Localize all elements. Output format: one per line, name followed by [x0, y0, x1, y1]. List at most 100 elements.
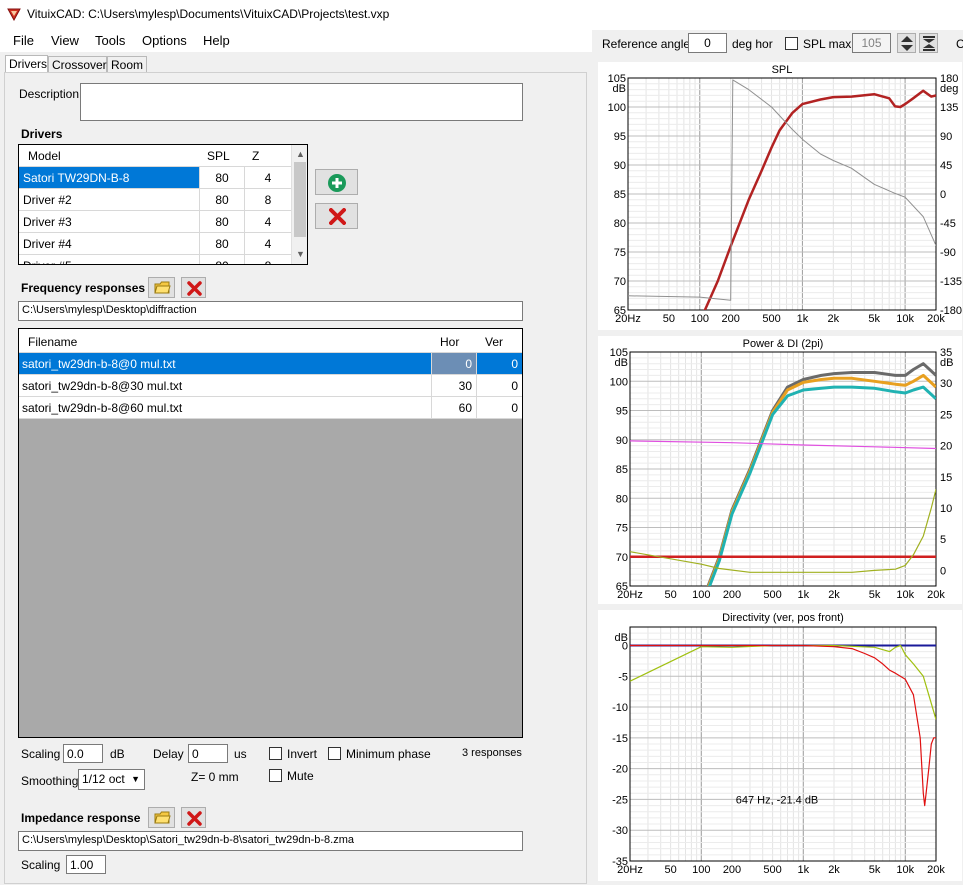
scaling-field[interactable]: 0.0	[63, 744, 103, 763]
directivity-chart[interactable]: Directivity (ver, pos front) 20Hz 50 100 200…	[598, 610, 962, 881]
up-down-icon	[900, 35, 914, 55]
driver-cell-spl: 80	[199, 167, 244, 188]
response-row[interactable]: satori_tw29dn-b-8@0 mul.txt 0 0	[19, 353, 522, 375]
spl-max-label[interactable]: SPL max	[803, 37, 851, 51]
driver-row[interactable]: Driver #5808	[19, 255, 291, 264]
toolbar-truncated-label: C	[956, 37, 963, 51]
series-line	[630, 489, 936, 573]
reference-angle-label: Reference angle	[602, 37, 691, 51]
scroll-down-icon[interactable]: ▼	[296, 249, 305, 259]
x-tick-label: 5k	[869, 589, 881, 601]
x-tick-label: 100	[692, 589, 710, 601]
tab-crossover[interactable]: Crossover	[48, 56, 107, 73]
invert-label[interactable]: Invert	[287, 747, 317, 761]
open-freq-button[interactable]	[148, 277, 175, 298]
driver-row[interactable]: Satori TW29DN-B-8 80 4	[19, 167, 291, 189]
response-row[interactable]: satori_tw29dn-b-8@30 mul.txt 30 0	[19, 375, 522, 397]
y-tick-label: 85	[614, 189, 626, 201]
reference-angle-field[interactable]: 0	[688, 33, 727, 53]
y-axis-label: dB	[615, 357, 628, 369]
menu-tools[interactable]: Tools	[95, 33, 125, 48]
scroll-thumb[interactable]	[294, 162, 306, 237]
freq-table[interactable]: Filename Hor Ver satori_tw29dn-b-8@0 mul…	[18, 328, 523, 738]
response-cell-ver: 0	[476, 375, 522, 396]
x-tick-label: 500	[763, 589, 781, 601]
drivers-heading: Drivers	[21, 127, 63, 141]
driver-row[interactable]: Driver #3 80 4	[19, 211, 291, 233]
y2-tick-label: 135	[940, 102, 958, 114]
deg-hor-label: deg hor	[732, 37, 773, 51]
driver-row[interactable]: Driver #2 80 8	[19, 189, 291, 211]
driver-cell-model: Driver #5	[19, 255, 199, 264]
open-impedance-button[interactable]	[148, 807, 175, 828]
drivers-scrollbar[interactable]: ▲ ▼	[291, 145, 307, 264]
driver-cell-spl: 80	[199, 189, 244, 210]
spl-max-checkbox[interactable]	[785, 37, 798, 50]
y2-tick-label: 5	[940, 534, 946, 546]
mute-label[interactable]: Mute	[287, 769, 314, 783]
response-cell-hor: 0	[431, 353, 476, 374]
smoothing-select[interactable]: 1/12 oct ▼	[78, 769, 145, 790]
impedance-file-field[interactable]: C:\Users\mylesp\Desktop\Satori_tw29dn-b-…	[18, 831, 523, 851]
y-axis-label: dB	[613, 83, 626, 95]
series-line	[630, 440, 936, 450]
minimum-phase-checkbox[interactable]	[328, 747, 341, 760]
drivers-table[interactable]: Model SPL Z Satori TW29DN-B-8 80 4 Driver #…	[18, 144, 308, 265]
minimum-phase-label[interactable]: Minimum phase	[346, 747, 431, 761]
y-tick-label: 65	[616, 581, 628, 593]
menu-view[interactable]: View	[51, 33, 79, 48]
col-spl[interactable]: SPL	[207, 145, 230, 163]
tab-room[interactable]: Room	[107, 56, 147, 73]
spl-max-reset-button[interactable]	[919, 33, 938, 53]
x-tick-label: 100	[692, 864, 710, 876]
x-tick-label: 2k	[828, 313, 840, 325]
add-driver-button[interactable]	[315, 169, 358, 195]
x-tick-label: 1k	[797, 589, 809, 601]
scroll-up-icon[interactable]: ▲	[296, 149, 305, 159]
freq-folder-field[interactable]: C:\Users\mylesp\Desktop\diffraction	[18, 301, 523, 321]
x-tick-label: 500	[762, 313, 780, 325]
response-row[interactable]: satori_tw29dn-b-8@60 mul.txt 60 0	[19, 397, 522, 419]
remove-freq-button[interactable]	[181, 277, 206, 298]
x-tick-label: 50	[664, 864, 676, 876]
menu-file[interactable]: File	[13, 33, 34, 48]
impedance-scaling-field[interactable]: 1.00	[66, 855, 106, 874]
freq-heading: Frequency responses	[21, 281, 146, 295]
mute-checkbox[interactable]	[269, 769, 282, 782]
menu-help[interactable]: Help	[203, 33, 230, 48]
driver-row[interactable]: Driver #4 80 4	[19, 233, 291, 255]
x-tick-label: 500	[763, 864, 781, 876]
tab-drivers[interactable]: Drivers	[5, 55, 48, 73]
remove-driver-button[interactable]	[315, 203, 358, 229]
spl-max-stepper[interactable]	[897, 33, 916, 53]
y-tick-label: -5	[618, 671, 628, 683]
driver-cell-z: 4	[244, 233, 291, 254]
driver-cell-model: Satori TW29DN-B-8	[19, 167, 199, 188]
x-tick-label: 2k	[828, 589, 840, 601]
spl-chart[interactable]: SPL 20Hz 50 100 200 500 1k 2k 5k 10k 20k 105 100 95 90…	[598, 62, 962, 330]
freq-table-header: Filename Hor Ver	[19, 329, 522, 353]
chart-title: Power & DI (2pi)	[743, 338, 824, 350]
description-field[interactable]	[80, 83, 523, 121]
impedance-heading: Impedance response	[21, 811, 141, 825]
col-model[interactable]: Model	[28, 145, 61, 163]
y2-tick-label: 30	[940, 378, 952, 390]
col-filename[interactable]: Filename	[28, 331, 77, 349]
response-cell-hor: 60	[431, 397, 476, 418]
y-tick-label: 95	[616, 406, 628, 418]
spl-max-field[interactable]: 105	[852, 33, 891, 53]
remove-impedance-button[interactable]	[181, 807, 206, 828]
col-ver[interactable]: Ver	[485, 331, 503, 349]
invert-checkbox[interactable]	[269, 747, 282, 760]
menu-options[interactable]: Options	[142, 33, 187, 48]
col-z[interactable]: Z	[252, 145, 259, 163]
y2-tick-label: 0	[940, 565, 946, 577]
x-tick-label: 200	[723, 864, 741, 876]
title-bar: VituixCAD: C:\Users\mylesp\Documents\Vit…	[0, 0, 963, 30]
response-cell-file: satori_tw29dn-b-8@30 mul.txt	[22, 379, 183, 393]
col-hor[interactable]: Hor	[440, 331, 459, 349]
delay-field[interactable]: 0	[188, 744, 228, 763]
delete-icon	[187, 281, 202, 299]
x-tick-label: 10k	[896, 313, 914, 325]
power-di-chart[interactable]: Power & DI (2pi) 20Hz 50 100 200 500 1k 2k 5k 10k…	[598, 336, 962, 604]
